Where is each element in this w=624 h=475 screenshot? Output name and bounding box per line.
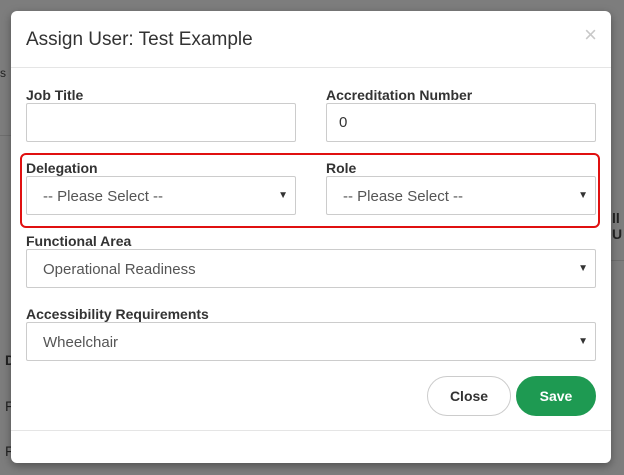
background-divider — [611, 260, 624, 261]
background-divider — [0, 135, 11, 136]
accreditation-number-input[interactable] — [326, 103, 596, 142]
functional-area-label: Functional Area — [26, 233, 132, 249]
role-select-value: -- Please Select -- — [343, 188, 464, 205]
job-title-input[interactable] — [26, 103, 296, 142]
accessibility-requirements-select[interactable]: Wheelchair ▼ — [26, 322, 596, 361]
role-select[interactable]: -- Please Select -- ▼ — [326, 176, 596, 215]
save-button[interactable]: Save — [516, 376, 596, 416]
chevron-down-icon: ▼ — [578, 263, 588, 274]
accreditation-number-label: Accreditation Number — [326, 87, 473, 103]
background-fragment: s — [0, 66, 6, 80]
chevron-down-icon: ▼ — [578, 190, 588, 201]
close-icon[interactable]: × — [584, 24, 597, 46]
accessibility-requirements-select-value: Wheelchair — [43, 334, 119, 351]
job-title-label: Job Title — [26, 87, 84, 103]
modal-footer-divider — [11, 430, 611, 431]
close-button[interactable]: Close — [427, 376, 511, 416]
functional-area-select-value: Operational Readiness — [43, 261, 196, 278]
delegation-select-value: -- Please Select -- — [43, 188, 164, 205]
delegation-select[interactable]: -- Please Select -- ▼ — [26, 176, 296, 215]
modal-header: Assign User: Test Example × — [11, 11, 611, 68]
chevron-down-icon: ▼ — [578, 336, 588, 347]
background-fragment: ll U — [612, 210, 623, 242]
assign-user-dialog: Assign User: Test Example × Job Title Ac… — [11, 11, 611, 463]
chevron-down-icon: ▼ — [278, 190, 288, 201]
accessibility-requirements-label: Accessibility Requirements — [26, 306, 209, 322]
delegation-label: Delegation — [26, 160, 98, 176]
functional-area-select[interactable]: Operational Readiness ▼ — [26, 249, 596, 288]
role-label: Role — [326, 160, 357, 176]
modal-title: Assign User: Test Example — [26, 29, 253, 50]
